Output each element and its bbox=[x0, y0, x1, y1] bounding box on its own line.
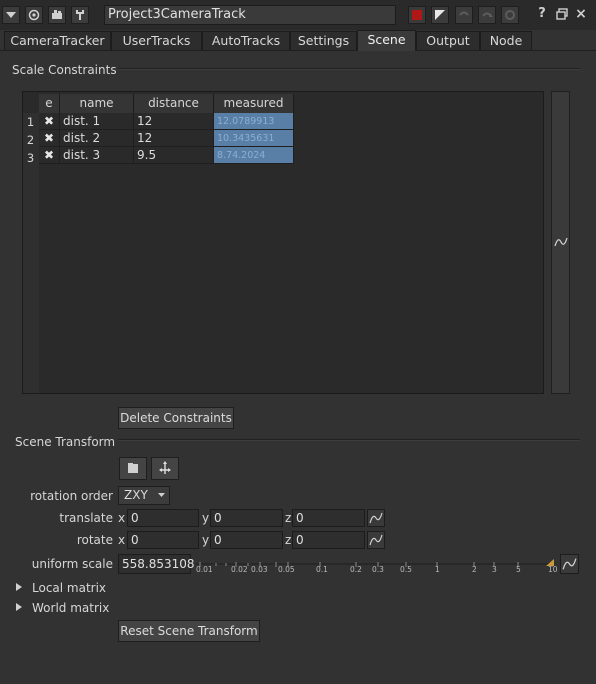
row-measured[interactable]: 12.0789913 bbox=[214, 113, 294, 130]
axis-z-label: z bbox=[285, 533, 292, 547]
translate-label: translate bbox=[59, 511, 113, 525]
scale-tick-label: 0.1 bbox=[316, 565, 328, 574]
undo-icon[interactable] bbox=[455, 6, 473, 24]
translate-x-input[interactable]: 0 bbox=[127, 509, 199, 527]
scale-constraints-heading: Scale Constraints bbox=[12, 63, 117, 77]
scale-tick-label: 1 bbox=[435, 565, 440, 574]
tab-node[interactable]: Node bbox=[480, 31, 532, 50]
row-enabled-toggle[interactable]: ✖ bbox=[39, 113, 60, 130]
float-window-icon[interactable] bbox=[553, 6, 571, 24]
node-color-red-icon[interactable] bbox=[408, 6, 426, 24]
rotate-y-input[interactable]: 0 bbox=[210, 531, 283, 549]
scale-tick-label: 0.5 bbox=[400, 565, 412, 574]
row-distance[interactable]: 12 bbox=[134, 130, 214, 147]
scale-tick-label: 10 bbox=[548, 565, 558, 574]
row-name[interactable]: dist. 1 bbox=[60, 113, 134, 130]
translate-y-input[interactable]: 0 bbox=[210, 509, 283, 527]
tab-scene[interactable]: Scene bbox=[357, 30, 416, 51]
scale-tick-label: 3 bbox=[492, 565, 497, 574]
translate-z-input[interactable]: 0 bbox=[292, 509, 365, 527]
translate-curve-icon[interactable] bbox=[367, 509, 385, 527]
scale-tick-label: 0.2 bbox=[350, 565, 362, 574]
axis-y-label: y bbox=[202, 533, 210, 547]
tab-usertracks[interactable]: UserTracks bbox=[111, 31, 202, 50]
rotation-order-dropdown[interactable]: ZXY bbox=[118, 486, 170, 505]
row-measured[interactable]: 8.74.2024 bbox=[214, 147, 294, 164]
scale-constraints-divider bbox=[118, 68, 580, 70]
col-header-name[interactable]: name bbox=[60, 94, 134, 113]
tab-cameratracker[interactable]: CameraTracker bbox=[4, 31, 111, 50]
row-number: 3 bbox=[26, 151, 35, 165]
uniform-scale-curve-icon[interactable] bbox=[560, 554, 579, 574]
row-measured[interactable]: 10.3435631 bbox=[214, 130, 294, 147]
scale-constraints-table[interactable]: e name distance measured 1 ✖ dist. 1 12 … bbox=[22, 91, 544, 394]
scale-tick-label: 5 bbox=[516, 565, 521, 574]
tab-output[interactable]: Output bbox=[416, 31, 480, 50]
col-header-measured[interactable]: measured bbox=[214, 94, 294, 113]
row-distance[interactable]: 12 bbox=[134, 113, 214, 130]
row-distance[interactable]: 9.5 bbox=[134, 147, 214, 164]
expand-arrow-icon[interactable] bbox=[16, 603, 22, 611]
axis-y-label: y bbox=[202, 511, 210, 525]
scale-tick-label: 0.3 bbox=[372, 565, 384, 574]
delete-constraints-button[interactable]: Delete Constraints bbox=[118, 407, 234, 429]
reset-scene-transform-button[interactable]: Reset Scene Transform bbox=[118, 620, 260, 642]
revert-icon[interactable] bbox=[501, 6, 519, 24]
rotation-order-label: rotation order bbox=[30, 489, 113, 503]
local-matrix-label[interactable]: Local matrix bbox=[32, 581, 106, 595]
row-number: 2 bbox=[26, 133, 35, 147]
folder-icon[interactable] bbox=[119, 457, 147, 480]
row-name[interactable]: dist. 2 bbox=[60, 130, 134, 147]
col-header-enabled[interactable]: e bbox=[39, 94, 60, 113]
node-name-input[interactable]: Project3CameraTrack bbox=[104, 5, 396, 25]
table-side-panel[interactable] bbox=[551, 91, 570, 394]
row-name[interactable]: dist. 3 bbox=[60, 147, 134, 164]
redo-icon[interactable] bbox=[478, 6, 496, 24]
close-icon[interactable]: × bbox=[572, 6, 590, 24]
expand-arrow-icon[interactable] bbox=[16, 583, 22, 591]
node-color-default-icon[interactable] bbox=[431, 6, 449, 24]
collapse-arrow-icon[interactable] bbox=[2, 6, 20, 24]
row-number: 1 bbox=[26, 115, 35, 129]
axis-x-label: x bbox=[118, 533, 126, 547]
axis-z-label: z bbox=[285, 511, 292, 525]
scale-tick-label: 0.03 bbox=[251, 565, 268, 574]
rotate-x-input[interactable]: 0 bbox=[127, 531, 199, 549]
chevron-down-icon bbox=[158, 493, 165, 497]
scale-tick-label: 2 bbox=[472, 565, 477, 574]
viewer-circle-icon[interactable] bbox=[25, 6, 43, 24]
tab-settings[interactable]: Settings bbox=[290, 31, 357, 50]
scale-tick-label: 0.05 bbox=[278, 565, 295, 574]
scene-transform-heading: Scene Transform bbox=[15, 435, 116, 449]
rotation-order-value: ZXY bbox=[124, 488, 148, 502]
row-enabled-toggle[interactable]: ✖ bbox=[39, 130, 60, 147]
rotate-label: rotate bbox=[76, 533, 113, 547]
world-matrix-label[interactable]: World matrix bbox=[32, 601, 109, 615]
uniform-scale-input[interactable]: 558.853108 bbox=[118, 554, 195, 574]
rotate-z-input[interactable]: 0 bbox=[292, 531, 365, 549]
col-header-distance[interactable]: distance bbox=[134, 94, 214, 113]
curve-icon[interactable] bbox=[553, 234, 569, 250]
node-title-bar: Project3CameraTrack ? × bbox=[0, 0, 596, 30]
rotate-curve-icon[interactable] bbox=[367, 531, 385, 549]
scale-tick-label: 0.01 bbox=[196, 565, 213, 574]
tab-autotracks[interactable]: AutoTracks bbox=[202, 31, 290, 50]
axis-x-label: x bbox=[118, 511, 126, 525]
camera-icon[interactable] bbox=[48, 6, 66, 24]
row-enabled-toggle[interactable]: ✖ bbox=[39, 147, 60, 164]
scene-transform-divider bbox=[118, 439, 580, 441]
help-icon[interactable]: ? bbox=[533, 6, 551, 24]
scale-tick-label: 0.02 bbox=[231, 565, 248, 574]
wrench-icon[interactable] bbox=[71, 6, 89, 24]
uniform-scale-label: uniform scale bbox=[31, 557, 113, 571]
move-axis-icon[interactable] bbox=[151, 457, 179, 480]
